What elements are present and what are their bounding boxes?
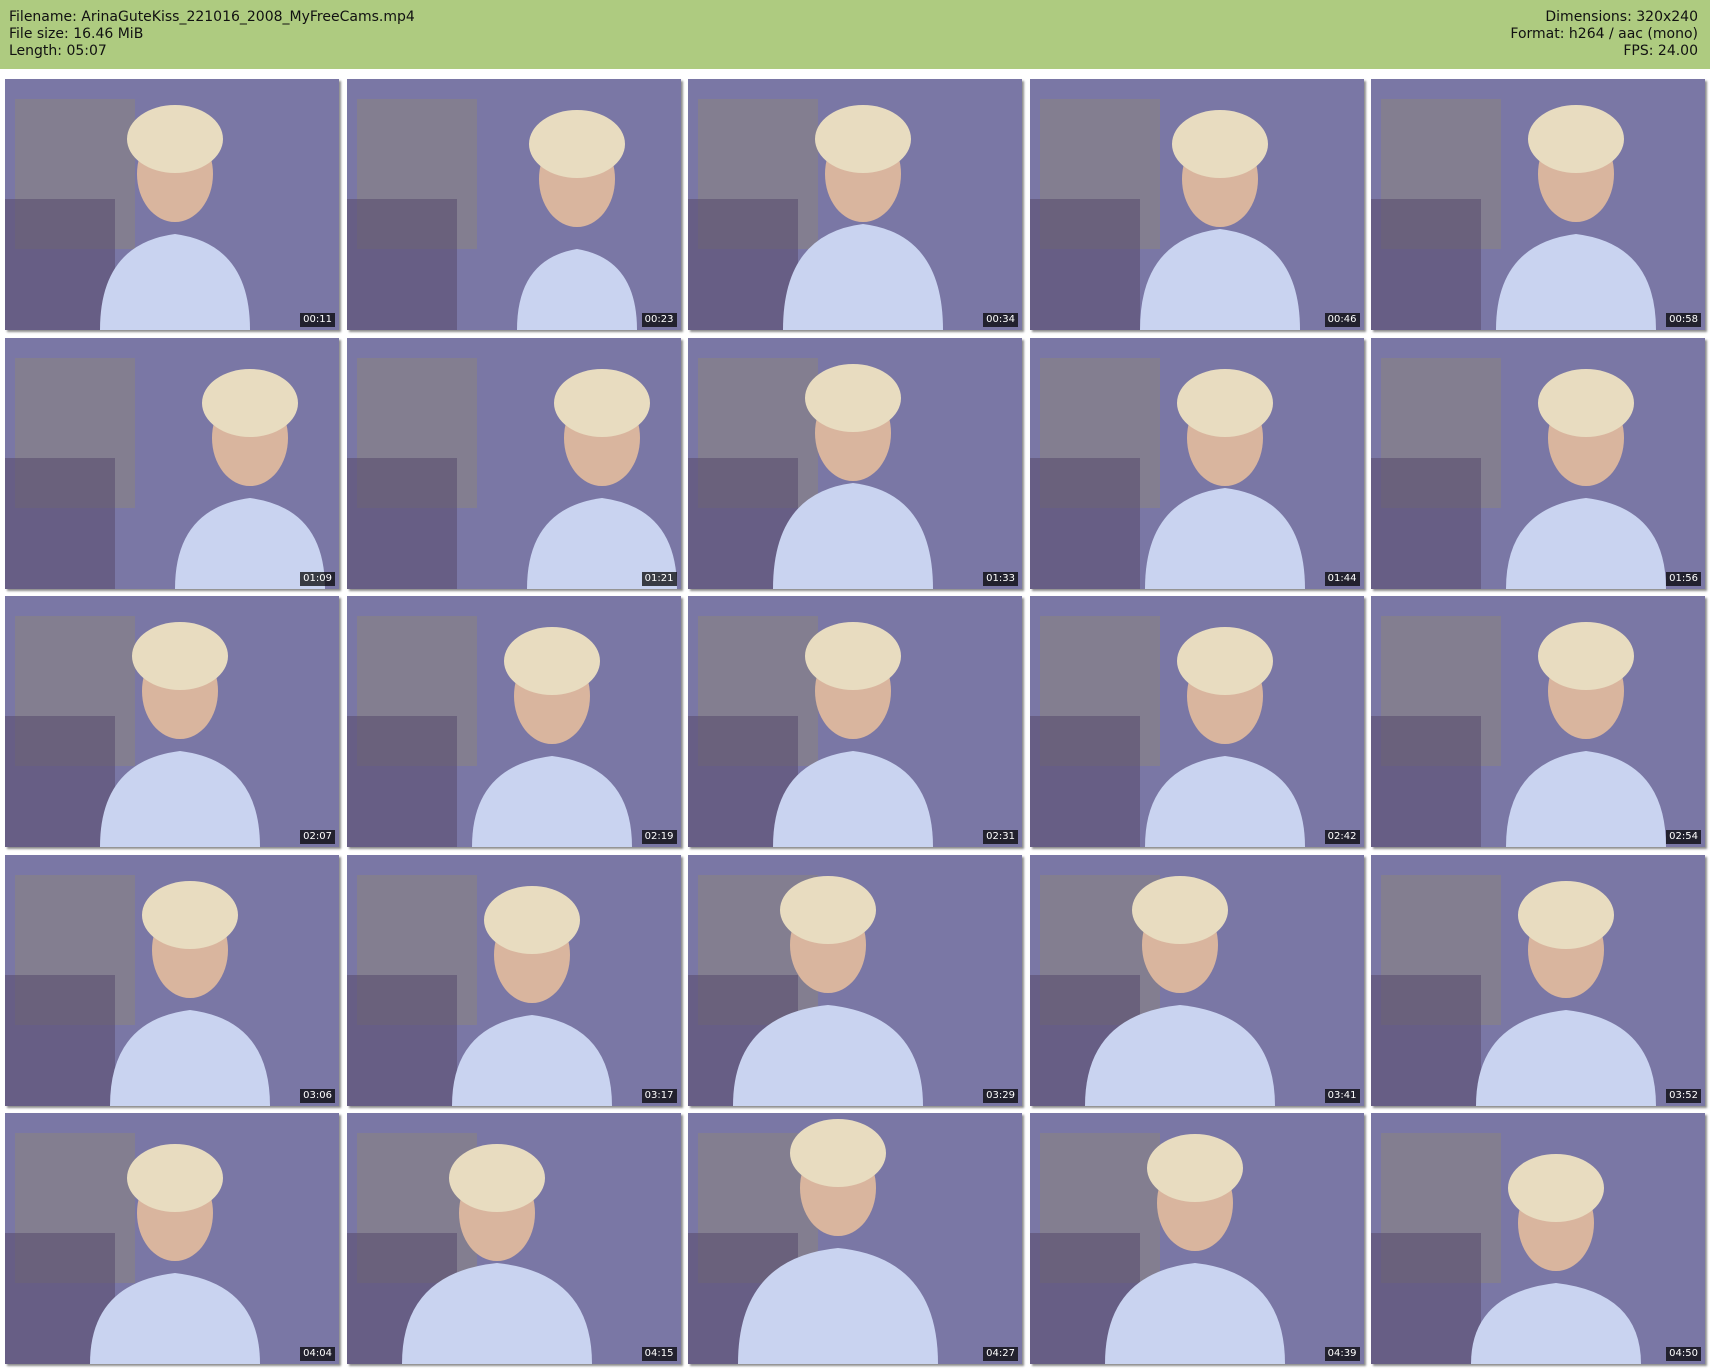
video-thumbnail[interactable]: 04:04 [5, 1113, 339, 1364]
thumbnail-image [5, 337, 339, 589]
video-thumbnail[interactable]: 03:06 [5, 854, 339, 1106]
file-info: Filename: ArinaGuteKiss_221016_2008_MyFr… [9, 9, 415, 60]
timestamp-label: 04:15 [641, 1347, 677, 1361]
video-thumbnail[interactable]: 00:58 [1371, 79, 1705, 330]
thumbnail-image [5, 596, 339, 847]
video-thumbnail[interactable]: 04:27 [688, 1113, 1022, 1364]
timestamp-label: 00:23 [641, 313, 677, 327]
info-header: Filename: ArinaGuteKiss_221016_2008_MyFr… [0, 0, 1710, 69]
timestamp-label: 01:33 [983, 571, 1018, 586]
video-thumbnail[interactable]: 01:56 [1371, 337, 1705, 589]
video-thumbnail[interactable]: 01:44 [1029, 337, 1364, 589]
video-thumbnail[interactable]: 02:31 [688, 596, 1022, 847]
video-thumbnail[interactable]: 02:19 [346, 596, 681, 847]
timestamp-label: 01:09 [300, 571, 335, 586]
timestamp-label: 01:56 [1666, 571, 1701, 586]
dimensions-text: Dimensions: 320x240 [1545, 9, 1698, 25]
thumbnail-image [1029, 1113, 1364, 1364]
thumbnail-image [688, 1113, 1022, 1364]
timestamp-label: 04:39 [1324, 1347, 1360, 1361]
thumbnail-grid: 00:11 00:23 00:34 00:46 00:58 01:09 01:2… [5, 79, 1705, 1364]
timestamp-label: 03:52 [1666, 1088, 1701, 1103]
thumbnail-image [1029, 596, 1364, 847]
video-thumbnail[interactable]: 00:23 [346, 79, 681, 330]
timestamp-label: 03:06 [300, 1088, 335, 1103]
video-thumbnail[interactable]: 03:41 [1029, 854, 1364, 1106]
timestamp-label: 04:50 [1666, 1347, 1701, 1361]
thumbnail-image [5, 1113, 339, 1364]
timestamp-label: 03:17 [641, 1088, 677, 1103]
thumbnail-image [688, 596, 1022, 847]
media-info: Dimensions: 320x240 Format: h264 / aac (… [1510, 9, 1698, 60]
thumbnail-image [1371, 79, 1705, 330]
timestamp-label: 03:41 [1324, 1088, 1360, 1103]
timestamp-label: 00:46 [1324, 313, 1360, 327]
video-thumbnail[interactable]: 04:39 [1029, 1113, 1364, 1364]
timestamp-label: 01:21 [641, 571, 677, 586]
thumbnail-image [346, 596, 681, 847]
timestamp-label: 02:07 [300, 830, 335, 844]
timestamp-label: 01:44 [1324, 571, 1360, 586]
video-thumbnail[interactable]: 00:46 [1029, 79, 1364, 330]
thumbnail-image [688, 854, 1022, 1106]
video-thumbnail[interactable]: 02:07 [5, 596, 339, 847]
thumbnail-image [1029, 854, 1364, 1106]
thumbnail-image [1371, 596, 1705, 847]
thumbnail-image [1029, 337, 1364, 589]
thumbnail-image [5, 854, 339, 1106]
thumbnail-image [346, 79, 681, 330]
format-text: Format: h264 / aac (mono) [1510, 26, 1698, 42]
timestamp-label: 04:04 [300, 1347, 335, 1361]
thumbnail-image [1371, 1113, 1705, 1364]
filename-text: Filename: ArinaGuteKiss_221016_2008_MyFr… [9, 9, 415, 25]
timestamp-label: 00:11 [300, 313, 335, 327]
video-thumbnail[interactable]: 02:54 [1371, 596, 1705, 847]
timestamp-label: 02:54 [1666, 830, 1701, 844]
video-thumbnail[interactable]: 01:09 [5, 337, 339, 589]
thumbnail-image [5, 79, 339, 330]
thumbnail-image [346, 854, 681, 1106]
timestamp-label: 02:42 [1324, 830, 1360, 844]
video-thumbnail[interactable]: 03:17 [346, 854, 681, 1106]
thumbnail-image [1371, 854, 1705, 1106]
timestamp-label: 00:58 [1666, 313, 1701, 327]
video-thumbnail[interactable]: 00:34 [688, 79, 1022, 330]
video-thumbnail[interactable]: 03:29 [688, 854, 1022, 1106]
thumbnail-image [1371, 337, 1705, 589]
thumbnail-image [346, 1113, 681, 1364]
video-thumbnail[interactable]: 03:52 [1371, 854, 1705, 1106]
timestamp-label: 04:27 [983, 1347, 1018, 1361]
timestamp-label: 02:19 [641, 830, 677, 844]
thumbnail-image [346, 337, 681, 589]
video-thumbnail[interactable]: 00:11 [5, 79, 339, 330]
thumbnail-image [688, 337, 1022, 589]
thumbnail-image [688, 79, 1022, 330]
filesize-text: File size: 16.46 MiB [9, 26, 144, 42]
fps-text: FPS: 24.00 [1623, 43, 1698, 59]
timestamp-label: 03:29 [983, 1088, 1018, 1103]
timestamp-label: 02:31 [983, 830, 1018, 844]
thumbnail-image [1029, 79, 1364, 330]
video-thumbnail[interactable]: 01:33 [688, 337, 1022, 589]
video-thumbnail[interactable]: 01:21 [346, 337, 681, 589]
video-thumbnail[interactable]: 02:42 [1029, 596, 1364, 847]
video-thumbnail[interactable]: 04:50 [1371, 1113, 1705, 1364]
timestamp-label: 00:34 [983, 313, 1018, 327]
video-thumbnail[interactable]: 04:15 [346, 1113, 681, 1364]
length-text: Length: 05:07 [9, 43, 107, 59]
